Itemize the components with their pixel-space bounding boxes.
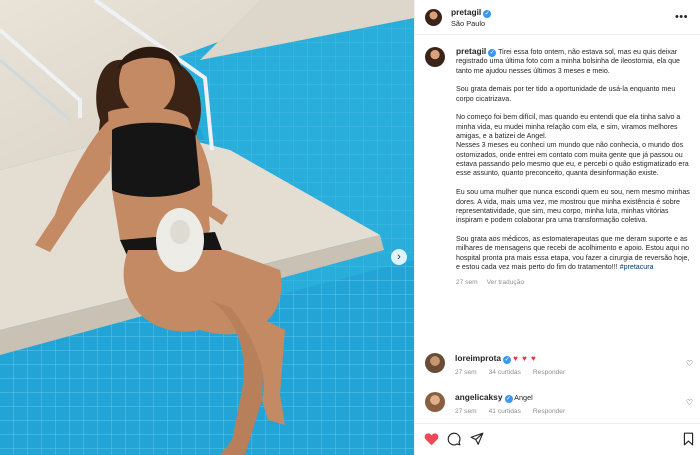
- hashtag-link[interactable]: #pretacura: [620, 263, 654, 271]
- commenter-username[interactable]: loreimprota: [455, 353, 501, 363]
- heart-icon[interactable]: [424, 432, 439, 446]
- comment-item: loreimprota ✓ ♥ ♥ ♥ 27 sem 34 curtidas Resp…: [425, 353, 693, 376]
- next-photo-button[interactable]: ›: [391, 249, 407, 265]
- caption-paragraph: Eu sou uma mulher que nunca escondi quem…: [456, 188, 690, 225]
- comment-time: 27 sem: [455, 408, 477, 415]
- commenter-avatar[interactable]: [425, 353, 445, 373]
- chevron-right-icon: ›: [397, 250, 401, 263]
- commenter-username[interactable]: angelicaksy: [455, 392, 503, 402]
- post-photo[interactable]: ›: [0, 0, 414, 455]
- comment-like-heart-icon[interactable]: ♡: [686, 398, 693, 407]
- verified-icon: ✓: [488, 49, 497, 57]
- author-username[interactable]: pretagil: [451, 7, 481, 17]
- caption-meta: 27 sem Ver tradução: [456, 278, 691, 287]
- action-bar: [415, 423, 700, 455]
- share-icon[interactable]: [470, 432, 484, 446]
- caption: pretagil ✓ Tirei essa foto ontem, não est…: [425, 46, 691, 287]
- comment-likes[interactable]: 34 curtidas: [489, 369, 521, 376]
- caption-avatar[interactable]: [425, 47, 445, 67]
- verified-icon: ✓: [504, 395, 513, 403]
- verified-icon: ✓: [483, 10, 492, 18]
- comment-icon[interactable]: [447, 432, 461, 446]
- comment-text: Angel: [514, 393, 533, 402]
- comment-text: ♥ ♥ ♥: [513, 354, 537, 363]
- post-location[interactable]: São Paulo: [451, 18, 491, 29]
- comment-like-heart-icon[interactable]: ♡: [686, 359, 693, 368]
- comment-likes[interactable]: 41 curtidas: [489, 408, 521, 415]
- commenter-avatar[interactable]: [425, 392, 445, 412]
- comment-time: 27 sem: [455, 369, 477, 376]
- caption-paragraph-last: Sou grata aos médicos, as estomaterapeut…: [456, 234, 690, 271]
- reply-button[interactable]: Responder: [533, 408, 565, 415]
- caption-username[interactable]: pretagil: [456, 46, 486, 56]
- verified-icon: ✓: [503, 356, 512, 364]
- caption-paragraph-block: No começo foi bem difícil, mas quando eu…: [456, 113, 689, 178]
- comment-item: angelicaksy ✓ Angel 27 sem 41 curtidas Resp…: [425, 392, 693, 415]
- post-time: 27 sem: [456, 278, 478, 286]
- reply-button[interactable]: Responder: [533, 369, 565, 376]
- author-avatar[interactable]: [425, 8, 442, 26]
- bookmark-icon[interactable]: [683, 432, 694, 446]
- post-header: pretagil ✓ São Paulo •••: [415, 0, 700, 35]
- caption-paragraph: Sou grata demais por ter tido a oportuni…: [456, 85, 676, 103]
- post-image: [0, 0, 414, 455]
- translate-link[interactable]: Ver tradução: [487, 279, 524, 286]
- more-options-button[interactable]: •••: [675, 11, 688, 23]
- post-sidebar: pretagil ✓ São Paulo ••• pretagil ✓ Tirei …: [414, 0, 700, 455]
